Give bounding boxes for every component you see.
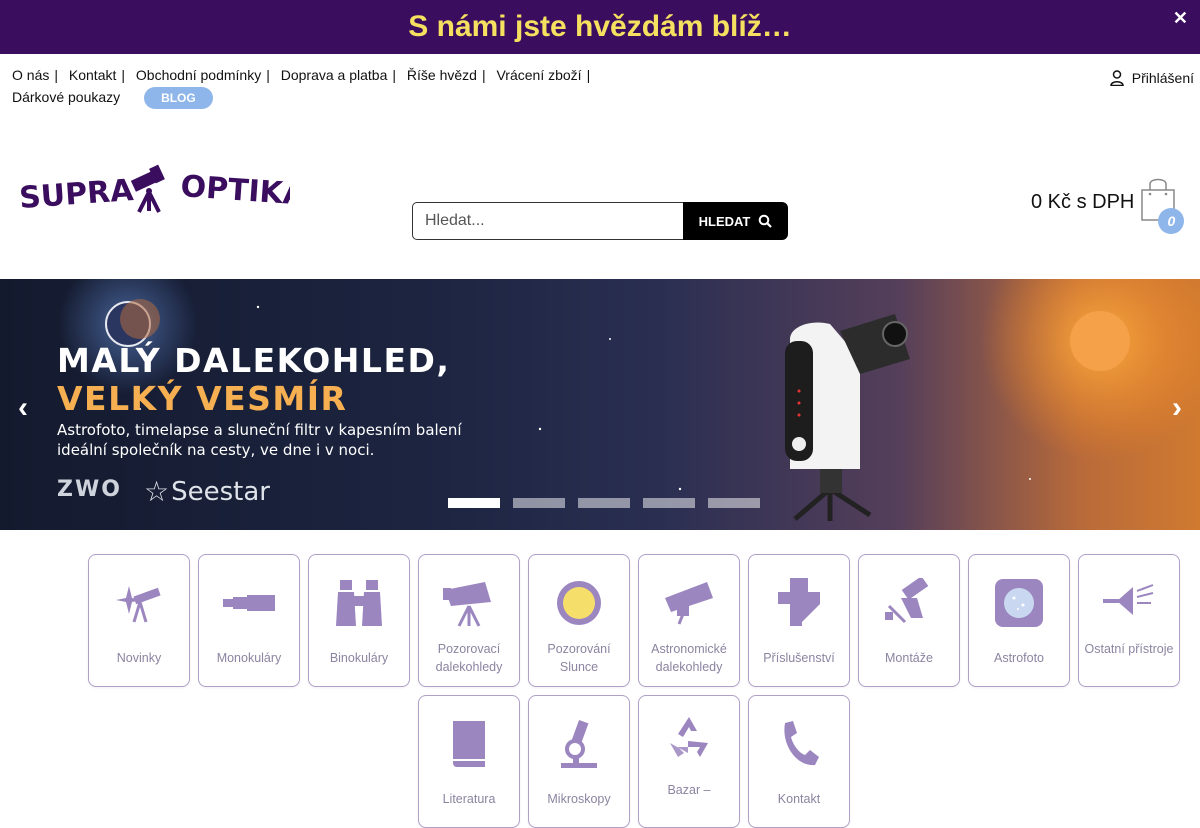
login-label: Přihlášení (1131, 70, 1194, 86)
cart-count-badge: 0 (1158, 208, 1185, 234)
category-tile-pozorovaci-dalekohledy[interactable]: Pozorovací dalekohledy (418, 554, 520, 687)
category-label: Novinky (116, 651, 162, 665)
nav-link-terms[interactable]: Obchodní podmínky (136, 67, 261, 83)
nav-separator: | (54, 67, 58, 83)
astrophoto-icon (991, 575, 1047, 631)
category-label: Kontakt (777, 792, 821, 806)
category-tile-pozorovani-slunce[interactable]: Pozorování Slunce (528, 554, 630, 687)
banner-subtitle: Astrofoto, timelapse a sluneční filtr v … (57, 421, 462, 459)
banner-brand-zwo: ZWO (57, 477, 122, 502)
user-icon (1109, 70, 1124, 86)
nav-link-stars[interactable]: Říše hvězd (407, 67, 477, 83)
category-label: Astrofoto (993, 651, 1045, 665)
category-tile-literatura[interactable]: Literatura (418, 695, 520, 828)
recycle-icon (661, 710, 717, 766)
category-label: Bazar – (667, 783, 711, 797)
banner-headline-1: MALÝ DALEKOHLED, (57, 341, 451, 380)
carousel-dot[interactable] (513, 498, 565, 508)
cart[interactable]: 0 Kč s DPH 0 (1031, 176, 1185, 234)
telescope-star-icon (111, 575, 167, 631)
search-bar: HLEDAT (412, 202, 788, 240)
carousel-dot[interactable] (448, 498, 500, 508)
carousel-dot[interactable] (578, 498, 630, 508)
nav-separator: | (586, 67, 591, 83)
nav-separator: | (266, 67, 270, 83)
nav-link-shipping[interactable]: Doprava a platba (281, 67, 388, 83)
category-tile-mikroskopy[interactable]: Mikroskopy (528, 695, 630, 828)
nav-separator: | (392, 67, 397, 83)
category-tile-astronomicke-dalekohledy[interactable]: Astronomické dalekohledy (638, 554, 740, 687)
carousel-dot[interactable] (643, 498, 695, 508)
announcement-bar: S námi jste hvězdám blíž… ✕ (0, 0, 1200, 54)
nav-link-gift-vouchers[interactable]: Dárkové poukazy (12, 89, 120, 105)
binoculars-icon (331, 575, 387, 631)
seestar-telescope-image (785, 314, 910, 521)
astro-telescope-icon (661, 575, 717, 631)
carousel-dots (448, 498, 760, 508)
carousel-dot[interactable] (708, 498, 760, 508)
category-label: Ostatní přístroje (1084, 642, 1174, 656)
banner-brand-seestar: ☆ Seestar (144, 475, 270, 508)
close-icon[interactable]: ✕ (1173, 8, 1188, 29)
search-button-label: HLEDAT (698, 213, 751, 229)
search-input[interactable] (412, 202, 683, 240)
svg-text:SUPRA: SUPRA (20, 173, 135, 216)
other-instruments-icon (1101, 575, 1157, 631)
banner-headline-2: VELKÝ VESMÍR (57, 379, 348, 418)
category-tile-binokulary[interactable]: Binokuláry (308, 554, 410, 687)
category-tile-kontakt[interactable]: Kontakt (748, 695, 850, 828)
category-label: Pozorování Slunce (547, 642, 611, 674)
mount-icon (881, 575, 937, 631)
category-tile-ostatni-pristroje[interactable]: Ostatní přístroje (1078, 554, 1180, 687)
nav-link-returns[interactable]: Vrácení zboží (496, 67, 581, 83)
carousel-prev-arrow[interactable]: ‹ (18, 391, 28, 425)
phone-icon (771, 716, 827, 772)
category-label: Montáže (885, 651, 933, 665)
category-label: Pozorovací dalekohledy (435, 642, 503, 674)
microscope-icon (551, 716, 607, 772)
blog-button[interactable]: BLOG (144, 87, 213, 110)
announcement-text: S námi jste hvězdám blíž… (408, 10, 792, 43)
nav-separator: | (121, 67, 126, 83)
category-tile-montaze[interactable]: Montáže (858, 554, 960, 687)
category-label: Astronomické dalekohledy (651, 642, 727, 674)
category-label: Mikroskopy (547, 792, 611, 806)
category-tile-bazar[interactable]: Bazar – (638, 695, 740, 828)
nav-separator: | (481, 67, 486, 83)
svg-text:OPTIKA: OPTIKA (179, 169, 290, 213)
monocular-icon (221, 575, 277, 631)
carousel-next-arrow[interactable]: › (1172, 391, 1182, 425)
search-button[interactable]: HLEDAT (683, 202, 788, 240)
category-label: Monokuláry (216, 651, 282, 665)
category-label: Binokuláry (329, 651, 389, 665)
spotting-scope-icon (441, 575, 497, 631)
search-icon (759, 214, 773, 228)
banner-brand-seestar-label: Seestar (171, 476, 270, 507)
cart-price: 0 Kč s DPH (1031, 191, 1135, 213)
site-logo[interactable]: SUPRA OPTIKA (18, 160, 308, 220)
top-navigation: O nás | Kontakt | Obchodní podmínky | Dopra… (12, 64, 602, 110)
category-tile-novinky[interactable]: Novinky (88, 554, 190, 687)
category-label: Literatura (442, 792, 496, 806)
book-icon (441, 716, 497, 772)
category-tile-astrofoto[interactable]: Astrofoto (968, 554, 1070, 687)
category-tile-monokulary[interactable]: Monokuláry (198, 554, 300, 687)
nav-link-contact[interactable]: Kontakt (69, 67, 116, 83)
star-icon: ☆ (144, 475, 170, 508)
login-link[interactable]: Přihlášení (1109, 70, 1194, 86)
nav-link-about[interactable]: O nás (12, 67, 49, 83)
sun-icon (551, 575, 607, 631)
category-label: Příslušenství (763, 651, 835, 665)
hero-banner[interactable]: MALÝ DALEKOHLED, VELKÝ VESMÍR Astrofoto,… (0, 279, 1200, 530)
diagonal-accessory-icon (771, 575, 827, 631)
category-tile-prislusenstvi[interactable]: Příslušenství (748, 554, 850, 687)
